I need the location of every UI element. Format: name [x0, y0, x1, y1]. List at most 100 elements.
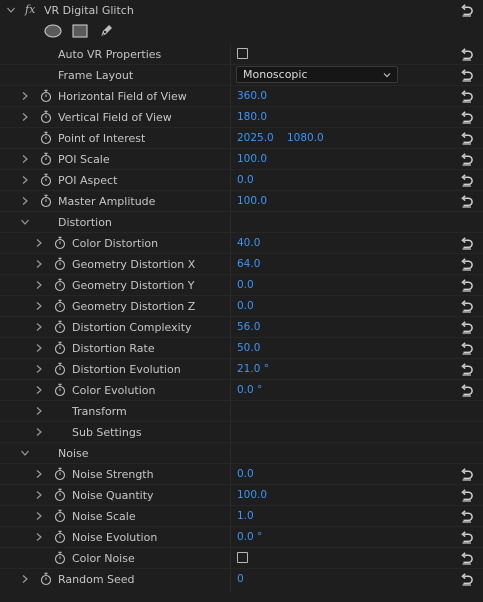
- color-distortion-value[interactable]: 40.0: [237, 237, 260, 250]
- ellipse-mask-icon[interactable]: [44, 24, 62, 38]
- reset-icon[interactable]: [460, 48, 474, 61]
- reset-icon[interactable]: [460, 4, 474, 17]
- reset-icon[interactable]: [460, 258, 474, 271]
- frame-layout-dropdown[interactable]: Monoscopic: [236, 66, 398, 83]
- reset-icon[interactable]: [460, 69, 474, 82]
- twirl-down-icon[interactable]: [20, 216, 30, 228]
- horizontal-fov-value[interactable]: 360.0: [237, 90, 267, 103]
- reset-icon[interactable]: [460, 174, 474, 187]
- fx-icon[interactable]: fx: [25, 3, 35, 16]
- twirl-down-icon[interactable]: [6, 4, 16, 16]
- stopwatch-icon[interactable]: [54, 383, 66, 397]
- stopwatch-icon[interactable]: [54, 257, 66, 271]
- twirl-right-icon[interactable]: [34, 510, 44, 522]
- reset-icon[interactable]: [460, 573, 474, 586]
- twirl-right-icon[interactable]: [34, 363, 44, 375]
- stopwatch-icon[interactable]: [40, 89, 52, 103]
- color-evolution-value[interactable]: 0.0 °: [237, 384, 262, 397]
- stopwatch-icon[interactable]: [54, 488, 66, 502]
- stopwatch-icon[interactable]: [40, 572, 52, 586]
- reset-icon[interactable]: [460, 531, 474, 544]
- transform-group-row[interactable]: Transform: [0, 401, 483, 422]
- twirl-right-icon[interactable]: [20, 153, 30, 165]
- noise-group-label: Noise: [58, 447, 89, 460]
- geometry-distortion-y-value[interactable]: 0.0: [237, 279, 254, 292]
- stopwatch-icon[interactable]: [54, 278, 66, 292]
- stopwatch-icon[interactable]: [40, 131, 52, 145]
- stopwatch-icon[interactable]: [54, 320, 66, 334]
- reset-icon[interactable]: [460, 279, 474, 292]
- twirl-right-icon[interactable]: [34, 279, 44, 291]
- geometry-distortion-z-value[interactable]: 0.0: [237, 300, 254, 313]
- auto-vr-properties-checkbox[interactable]: [237, 48, 248, 59]
- stopwatch-icon[interactable]: [54, 341, 66, 355]
- stopwatch-icon[interactable]: [40, 152, 52, 166]
- distortion-complexity-value[interactable]: 56.0: [237, 321, 260, 334]
- twirl-right-icon[interactable]: [34, 489, 44, 501]
- reset-icon[interactable]: [460, 300, 474, 313]
- reset-icon[interactable]: [460, 552, 474, 565]
- stopwatch-icon[interactable]: [40, 194, 52, 208]
- poi-scale-value[interactable]: 100.0: [237, 153, 267, 166]
- reset-icon[interactable]: [460, 153, 474, 166]
- stopwatch-icon[interactable]: [54, 551, 66, 565]
- geometry-distortion-x-value[interactable]: 64.0: [237, 258, 260, 271]
- master-amplitude-value[interactable]: 100.0: [237, 195, 267, 208]
- vertical-fov-value[interactable]: 180.0: [237, 111, 267, 124]
- noise-group-row[interactable]: Noise: [0, 443, 483, 464]
- twirl-right-icon[interactable]: [34, 426, 44, 438]
- stopwatch-icon[interactable]: [40, 173, 52, 187]
- color-noise-checkbox[interactable]: [237, 552, 248, 563]
- distortion-evolution-value[interactable]: 21.0 °: [237, 363, 269, 376]
- twirl-right-icon[interactable]: [34, 468, 44, 480]
- noise-quantity-value[interactable]: 100.0: [237, 489, 267, 502]
- noise-evolution-value[interactable]: 0.0 °: [237, 531, 262, 544]
- reset-icon[interactable]: [460, 468, 474, 481]
- reset-icon[interactable]: [460, 342, 474, 355]
- reset-icon[interactable]: [460, 510, 474, 523]
- poi-aspect-value[interactable]: 0.0: [237, 174, 254, 187]
- random-seed-value[interactable]: 0: [237, 573, 244, 586]
- stopwatch-icon[interactable]: [54, 236, 66, 250]
- twirl-right-icon[interactable]: [20, 111, 30, 123]
- distortion-rate-row: Distortion Rate 50.0: [0, 338, 483, 359]
- twirl-right-icon[interactable]: [20, 573, 30, 585]
- vertical-fov-row: Vertical Field of View 180.0: [0, 107, 483, 128]
- stopwatch-icon[interactable]: [54, 467, 66, 481]
- reset-icon[interactable]: [460, 489, 474, 502]
- distortion-rate-value[interactable]: 50.0: [237, 342, 260, 355]
- twirl-right-icon[interactable]: [34, 237, 44, 249]
- reset-icon[interactable]: [460, 237, 474, 250]
- reset-icon[interactable]: [460, 384, 474, 397]
- twirl-down-icon[interactable]: [20, 447, 30, 459]
- reset-icon[interactable]: [460, 90, 474, 103]
- reset-icon[interactable]: [460, 195, 474, 208]
- stopwatch-icon[interactable]: [54, 299, 66, 313]
- stopwatch-icon[interactable]: [54, 509, 66, 523]
- twirl-right-icon[interactable]: [34, 405, 44, 417]
- sub-settings-group-row[interactable]: Sub Settings: [0, 422, 483, 443]
- reset-icon[interactable]: [460, 321, 474, 334]
- twirl-right-icon[interactable]: [34, 384, 44, 396]
- point-of-interest-y[interactable]: 1080.0: [287, 132, 324, 145]
- pen-mask-icon[interactable]: [98, 23, 114, 39]
- stopwatch-icon[interactable]: [40, 110, 52, 124]
- reset-icon[interactable]: [460, 111, 474, 124]
- stopwatch-icon[interactable]: [54, 362, 66, 376]
- twirl-right-icon[interactable]: [34, 258, 44, 270]
- twirl-right-icon[interactable]: [34, 531, 44, 543]
- noise-strength-value[interactable]: 0.0: [237, 468, 254, 481]
- noise-scale-value[interactable]: 1.0: [237, 510, 254, 523]
- point-of-interest-x[interactable]: 2025.0: [237, 132, 274, 145]
- reset-icon[interactable]: [460, 363, 474, 376]
- rectangle-mask-icon[interactable]: [72, 24, 88, 38]
- distortion-group-row[interactable]: Distortion: [0, 212, 483, 233]
- reset-icon[interactable]: [460, 132, 474, 145]
- twirl-right-icon[interactable]: [20, 90, 30, 102]
- twirl-right-icon[interactable]: [34, 300, 44, 312]
- twirl-right-icon[interactable]: [34, 342, 44, 354]
- stopwatch-icon[interactable]: [54, 530, 66, 544]
- twirl-right-icon[interactable]: [20, 195, 30, 207]
- twirl-right-icon[interactable]: [20, 174, 30, 186]
- twirl-right-icon[interactable]: [34, 321, 44, 333]
